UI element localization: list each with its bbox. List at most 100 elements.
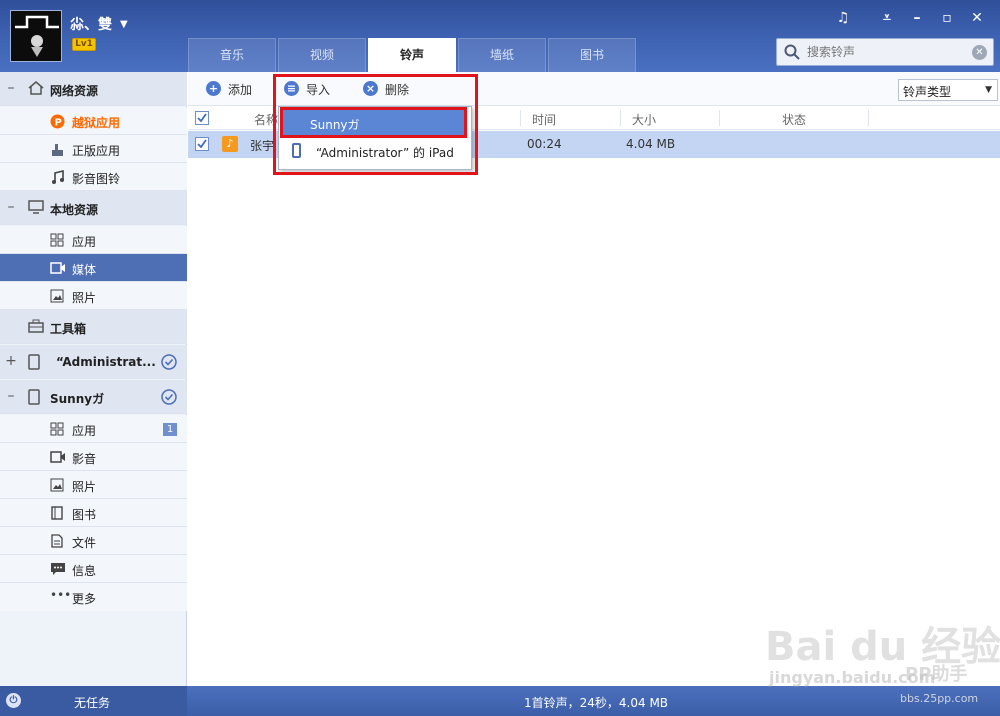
sidebar-section-toolbox[interactable]: 工具箱: [0, 310, 187, 344]
minimize-icon[interactable]: –: [906, 8, 928, 28]
sidebar-item-jailbreak-apps[interactable]: P 越狱应用: [0, 107, 187, 135]
video-icon: [50, 450, 66, 467]
tab-music[interactable]: 音乐: [188, 38, 276, 72]
sidebar-section-label: 网络资源: [50, 84, 99, 98]
sidebar-item-media-ringtones[interactable]: 影音图铃: [0, 163, 187, 191]
svg-text:P: P: [55, 118, 62, 129]
sidebar-device-label: Sunnyガ: [50, 392, 105, 406]
column-header-size[interactable]: 大小: [632, 111, 656, 128]
column-divider: [719, 110, 720, 126]
connected-check-icon: [161, 389, 177, 408]
level-badge: Lv1: [72, 38, 96, 51]
menu-item-label: “Administrator” 的 iPad: [316, 146, 454, 160]
tab-ringtone[interactable]: 铃声: [368, 38, 456, 72]
collapse-icon[interactable]: –: [5, 80, 17, 96]
menu-item-import-to-sunny[interactable]: Sunnyガ: [282, 110, 466, 136]
music-file-icon: ♪: [222, 136, 238, 152]
sidebar-item-local-photos[interactable]: 照片: [0, 282, 187, 310]
sidebar-device-label: “Administrat...: [56, 355, 156, 369]
watermark-url-secondary: bbs.25pp.com: [900, 692, 979, 705]
sidebar-section-local[interactable]: – 本地资源: [0, 191, 187, 225]
delete-button[interactable]: × 删除: [363, 80, 423, 98]
grid-icon: [50, 233, 64, 250]
ringtone-type-value: 铃声类型: [903, 85, 952, 99]
toolbar: + 添加 ≡ 导入 × 删除: [188, 72, 1000, 106]
sidebar-item-local-media[interactable]: 媒体: [0, 254, 187, 282]
sidebar-section-online[interactable]: – 网络资源: [0, 72, 187, 106]
import-button[interactable]: ≡ 导入: [284, 80, 344, 98]
tab-video[interactable]: 视频: [278, 38, 366, 72]
sidebar-item-label: 正版应用: [72, 144, 121, 158]
user-menu-caret-icon[interactable]: ▼: [120, 19, 128, 30]
add-button[interactable]: + 添加: [206, 80, 266, 98]
sidebar-item-label: 图书: [72, 508, 97, 522]
device-icon: [28, 389, 40, 408]
music-note-icon[interactable]: ♫: [832, 8, 854, 28]
collapse-icon[interactable]: –: [5, 388, 17, 404]
sidebar-item-label: 更多: [72, 592, 97, 606]
sidebar-item-device-messages[interactable]: 信息: [0, 555, 187, 583]
sidebar-item-label: 照片: [72, 291, 97, 305]
sidebar-item-device-photos[interactable]: 照片: [0, 471, 187, 499]
sidebar-item-device-more[interactable]: ••• 更多: [0, 583, 187, 611]
sidebar-item-device-files[interactable]: 文件: [0, 527, 187, 555]
column-divider: [520, 110, 521, 126]
menu-item-import-to-administrator-ipad[interactable]: “Administrator” 的 iPad: [282, 138, 466, 164]
image-icon: [50, 478, 64, 495]
tab-books[interactable]: 图书: [548, 38, 636, 72]
plus-icon: +: [206, 81, 221, 96]
ringtone-type-select[interactable]: 铃声类型 ▼: [898, 79, 998, 101]
sidebar-device-administrator[interactable]: + “Administrat...: [0, 345, 187, 379]
power-icon[interactable]: ⏻: [6, 693, 21, 708]
search-icon: [784, 44, 800, 60]
sidebar-item-device-media[interactable]: 影音: [0, 443, 187, 471]
sidebar-item-label: 应用: [72, 424, 97, 438]
message-icon: [50, 562, 66, 579]
tab-wallpaper[interactable]: 墙纸: [458, 38, 546, 72]
column-header-name[interactable]: 名称: [254, 111, 278, 128]
search-input[interactable]: [807, 42, 957, 62]
sidebar-item-device-apps[interactable]: 应用 1: [0, 415, 187, 443]
menu-item-label: Sunnyガ: [310, 118, 360, 132]
toolbox-icon: [28, 319, 44, 336]
grid-icon: [50, 422, 64, 439]
connected-check-icon: [161, 354, 177, 373]
search-box[interactable]: ✕: [776, 38, 994, 66]
sidebar-section-label: 工具箱: [50, 322, 87, 336]
column-header-time[interactable]: 时间: [532, 111, 556, 128]
sidebar: – 网络资源 P 越狱应用 正版应用 影音图铃 – 本地资源 应用 媒体 照片 …: [0, 72, 187, 686]
monitor-icon: [28, 200, 44, 217]
cell-name: 张宇: [250, 139, 275, 153]
sidebar-item-label: 照片: [72, 480, 97, 494]
select-all-checkbox[interactable]: [195, 111, 209, 125]
expand-icon[interactable]: +: [5, 353, 17, 369]
cell-time: 00:24: [527, 137, 562, 151]
menu-icon[interactable]: ⩡: [876, 8, 898, 28]
home-icon: [28, 81, 44, 98]
row-checkbox[interactable]: [195, 137, 209, 151]
delete-icon: ×: [363, 81, 378, 96]
maximize-icon[interactable]: ▫: [936, 8, 958, 28]
user-avatar[interactable]: [10, 10, 62, 62]
sidebar-item-label: 文件: [72, 536, 97, 550]
clear-search-icon[interactable]: ✕: [972, 45, 987, 60]
sidebar-item-local-apps[interactable]: 应用: [0, 226, 187, 254]
sidebar-item-label: 越狱应用: [72, 116, 121, 130]
sidebar-item-device-books[interactable]: 图书: [0, 499, 187, 527]
column-header-status[interactable]: 状态: [782, 111, 806, 128]
sidebar-device-sunny[interactable]: – Sunnyガ: [0, 380, 187, 414]
ringtone-list-empty-area: [188, 158, 1000, 686]
column-divider: [620, 110, 621, 126]
more-icon: •••: [50, 588, 72, 602]
summary-status: 1首铃声，24秒，4.04 MB: [524, 696, 669, 710]
import-target-menu: Sunnyガ “Administrator” 的 iPad: [278, 106, 472, 170]
title-bar: 尛、雙 ▼ Lv1 音乐 视频 铃声 墙纸 图书 ♫ ⩡ – ▫ ✕ ✕: [0, 0, 1000, 72]
hand-icon: [50, 142, 65, 160]
username[interactable]: 尛、雙: [70, 14, 112, 34]
sidebar-item-genuine-apps[interactable]: 正版应用: [0, 135, 187, 163]
sidebar-item-label: 信息: [72, 564, 97, 578]
close-icon[interactable]: ✕: [966, 8, 988, 28]
task-status[interactable]: 无任务: [74, 694, 110, 711]
collapse-icon[interactable]: –: [5, 199, 17, 215]
image-icon: [50, 289, 64, 306]
